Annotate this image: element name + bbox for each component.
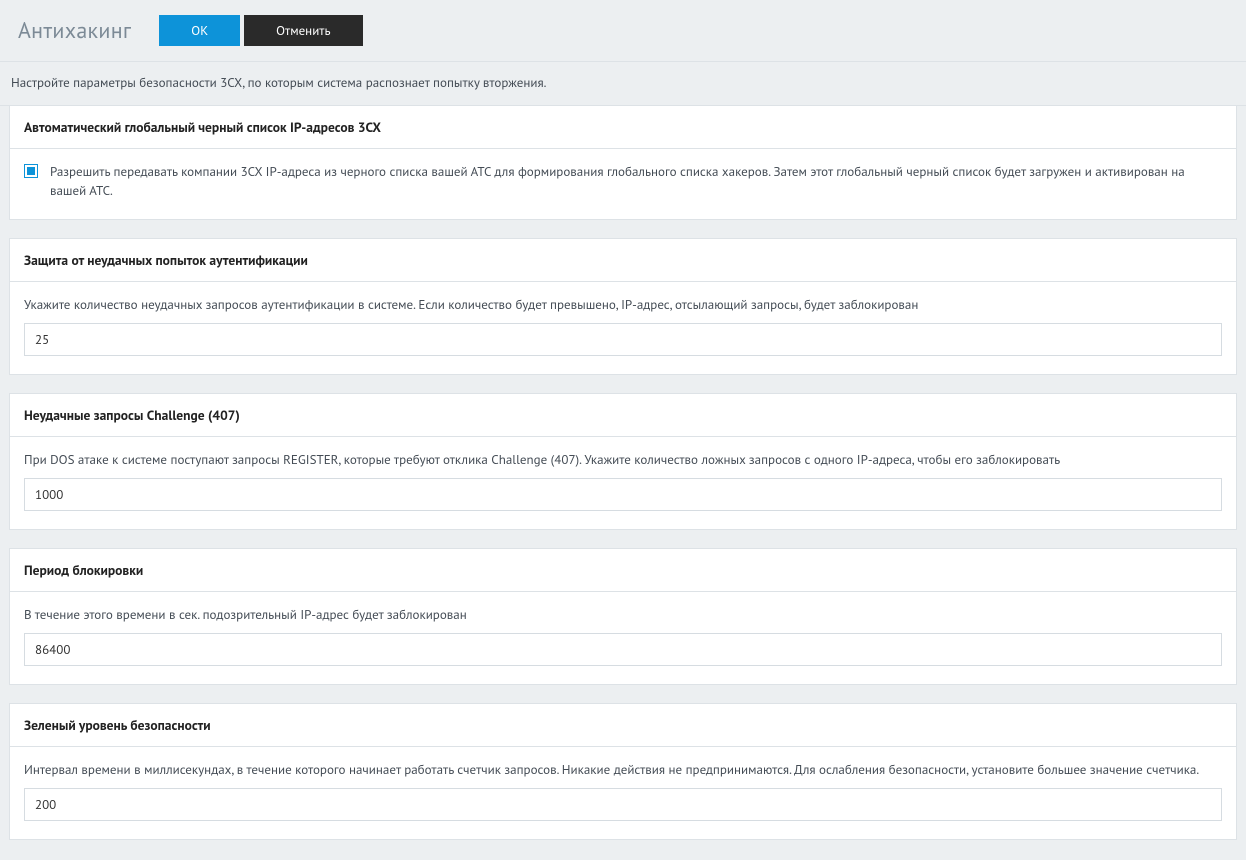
section-green-level: Зеленый уровень безопасности Интервал вр… bbox=[9, 703, 1237, 840]
section-title: Автоматический глобальный черный список … bbox=[10, 106, 1236, 149]
field-description: При DOS атаке к системе поступают запрос… bbox=[24, 451, 1222, 468]
field-description: В течение этого времени в сек. подозрите… bbox=[24, 606, 1222, 623]
failed-auth-input[interactable] bbox=[24, 323, 1222, 356]
section-title: Неудачные запросы Challenge (407) bbox=[10, 394, 1236, 437]
blacklist-checkbox-row: Разрешить передавать компании 3CX IP-адр… bbox=[24, 163, 1222, 201]
page-header: Антихакинг ОК Отменить bbox=[0, 0, 1246, 61]
section-blacklist: Автоматический глобальный черный список … bbox=[9, 106, 1237, 220]
block-period-input[interactable] bbox=[24, 633, 1222, 666]
green-level-input[interactable] bbox=[24, 788, 1222, 821]
cancel-button[interactable]: Отменить bbox=[244, 15, 362, 46]
section-block-period: Период блокировки В течение этого времен… bbox=[9, 548, 1237, 685]
section-body: Разрешить передавать компании 3CX IP-адр… bbox=[10, 149, 1236, 219]
intro-text: Настройте параметры безопасности 3CX, по… bbox=[0, 61, 1246, 106]
section-body: Укажите количество неудачных запросов ау… bbox=[10, 282, 1236, 374]
ok-button[interactable]: ОК bbox=[159, 15, 240, 46]
blacklist-checkbox-label: Разрешить передавать компании 3CX IP-адр… bbox=[50, 163, 1222, 201]
page-title: Антихакинг bbox=[18, 17, 131, 45]
blacklist-checkbox[interactable] bbox=[24, 164, 38, 178]
section-title: Период блокировки bbox=[10, 549, 1236, 592]
section-failed-auth: Защита от неудачных попыток аутентификац… bbox=[9, 238, 1237, 375]
challenge-input[interactable] bbox=[24, 478, 1222, 511]
section-title: Зеленый уровень безопасности bbox=[10, 704, 1236, 747]
section-title: Защита от неудачных попыток аутентификац… bbox=[10, 239, 1236, 282]
action-buttons: ОК Отменить bbox=[159, 15, 362, 46]
section-body: При DOS атаке к системе поступают запрос… bbox=[10, 437, 1236, 529]
field-description: Интервал времени в миллисекундах, в тече… bbox=[24, 761, 1222, 778]
section-body: В течение этого времени в сек. подозрите… bbox=[10, 592, 1236, 684]
sections-container: Автоматический глобальный черный список … bbox=[0, 106, 1246, 860]
field-description: Укажите количество неудачных запросов ау… bbox=[24, 296, 1222, 313]
section-challenge: Неудачные запросы Challenge (407) При DO… bbox=[9, 393, 1237, 530]
section-body: Интервал времени в миллисекундах, в тече… bbox=[10, 747, 1236, 839]
